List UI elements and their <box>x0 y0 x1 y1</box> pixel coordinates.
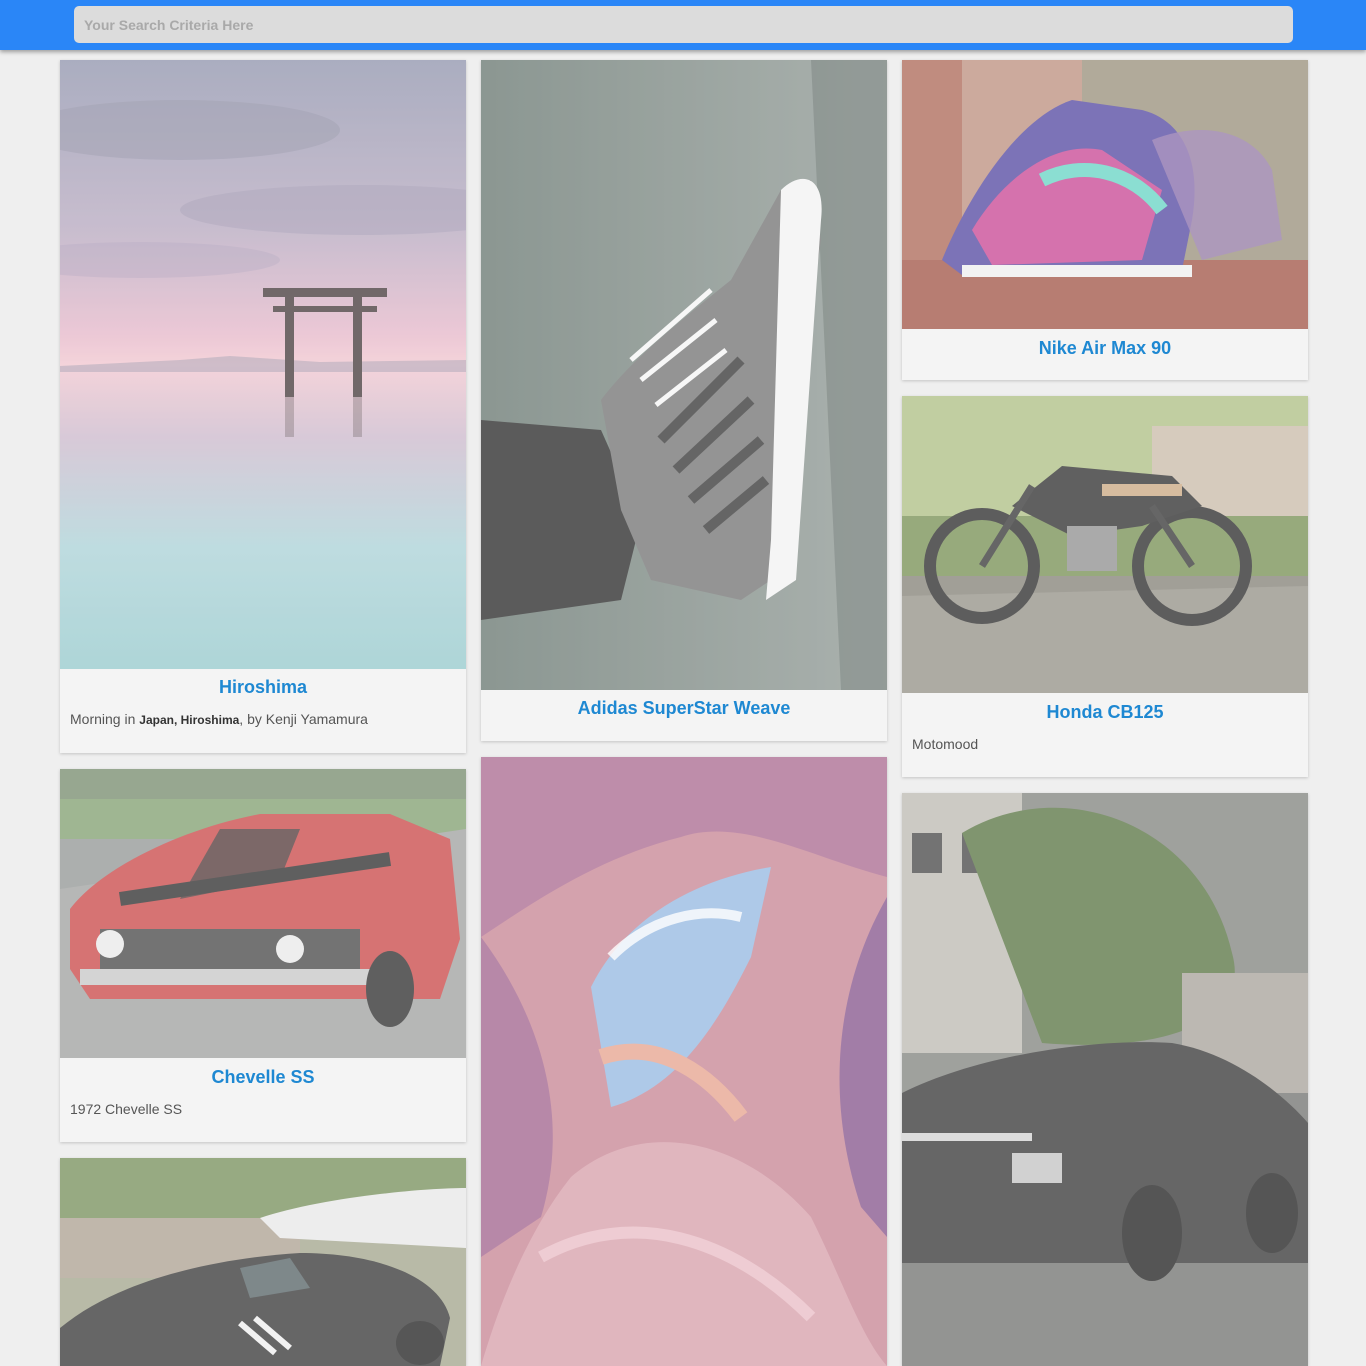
card-title[interactable]: Nike Air Max 90 <box>902 338 1308 359</box>
card-hiroshima[interactable]: Hiroshima Morning in Japan, Hiroshima, b… <box>60 60 466 753</box>
top-bar <box>0 0 1366 50</box>
card-description: Morning in Japan, Hiroshima, by Kenji Ya… <box>70 711 368 727</box>
photo-canyon[interactable] <box>481 757 887 1366</box>
card-title[interactable]: Adidas SuperStar Weave <box>481 698 887 719</box>
card-description: Motomood <box>912 736 979 752</box>
photo-torii-gate[interactable] <box>60 60 466 669</box>
card-description: 1972 Chevelle SS <box>70 1101 183 1117</box>
photo-sneaker-adidas[interactable] <box>481 60 887 690</box>
card-honda[interactable]: Honda CB125 Motomood <box>902 396 1308 777</box>
card-title[interactable]: Honda CB125 <box>902 702 1308 723</box>
search-input[interactable] <box>74 6 1293 43</box>
photo-car-mustang[interactable] <box>902 793 1308 1366</box>
card-nike[interactable]: Nike Air Max 90 <box>902 60 1308 380</box>
card-chevelle[interactable]: Chevelle SS 1972 Chevelle SS <box>60 769 466 1142</box>
photo-sneaker-nike[interactable] <box>902 60 1308 329</box>
card-adidas[interactable]: Adidas SuperStar Weave <box>481 60 887 741</box>
photo-car-camaro[interactable] <box>60 1158 466 1366</box>
card-title[interactable]: Hiroshima <box>60 677 466 698</box>
photo-motorcycle-honda[interactable] <box>902 396 1308 693</box>
card-title[interactable]: Chevelle SS <box>60 1067 466 1088</box>
card-canyon[interactable] <box>481 757 887 1366</box>
photo-car-chevelle[interactable] <box>60 769 466 1058</box>
card-mustang[interactable] <box>902 793 1308 1366</box>
card-camaro[interactable] <box>60 1158 466 1366</box>
